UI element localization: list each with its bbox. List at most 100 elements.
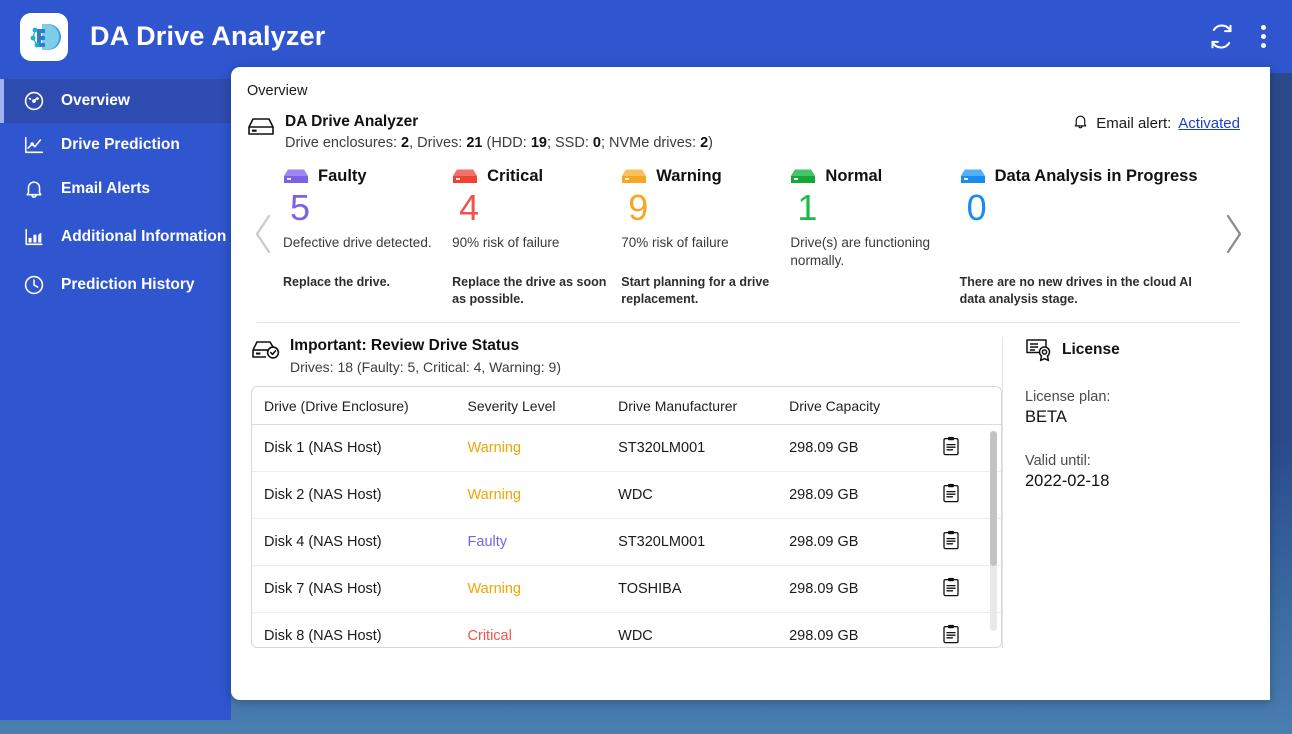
breadcrumb: Overview [247,83,308,99]
app-title: DA Drive Analyzer [90,21,326,51]
drive-status-table: Drive (Drive Enclosure) Severity Level D… [252,386,1001,647]
column-header-capacity[interactable]: Drive Capacity [777,386,930,425]
top-bar: DA Drive Analyzer [0,0,1292,73]
review-subtitle: Drives: 18 (Faulty: 5, Critical: 4, Warn… [290,358,562,375]
drive-status-table-wrapper: Drive (Drive Enclosure) Severity Level D… [251,385,1002,648]
status-card-faulty[interactable]: Faulty 5 Defective drive detected. Repla… [283,167,452,291]
sidebar-item-prediction-history[interactable]: Prediction History [0,263,231,307]
chevron-left-icon[interactable] [251,211,277,257]
kebab-menu-icon[interactable] [1253,21,1274,52]
status-card-data-analysis-in-progress[interactable]: Data Analysis in Progress 0 There are no… [960,167,1214,308]
review-header: Important: Review Drive Status Drives: 1… [251,337,1002,375]
status-description [960,234,1200,268]
cell-drive: Disk 8 (NAS Host) [252,612,456,647]
analyzer-subtitle: Drive enclosures: 2, Drives: 21 (HDD: 19… [285,135,713,151]
table-row[interactable]: Disk 1 (NAS Host) Warning ST320LM001 298… [252,424,1001,472]
refresh-icon[interactable] [1208,23,1235,50]
cell-drive: Disk 2 (NAS Host) [252,471,456,519]
clipboard-icon[interactable] [942,530,960,554]
sidebar: Overview Drive Prediction Email Alerts A… [0,73,231,720]
cell-manufacturer: TOSHIBA [606,565,778,613]
status-action: Replace the drive. [283,275,390,290]
cell-drive: Disk 1 (NAS Host) [252,424,456,472]
chevron-right-icon[interactable] [1220,211,1246,257]
review-title: Important: Review Drive Status [290,336,520,354]
sidebar-item-email-alerts[interactable]: Email Alerts [0,167,231,211]
cell-drive: Disk 4 (NAS Host) [252,518,456,566]
status-card-normal[interactable]: Normal 1 Drive(s) are functioning normal… [790,167,959,275]
drive-check-icon [251,338,281,362]
sidebar-item-label: Overview [61,91,130,109]
status-description: 90% risk of failure [452,235,560,251]
top-bar-actions [1208,21,1274,52]
clock-icon [22,273,46,297]
cell-manufacturer: ST320LM001 [606,424,778,472]
column-header-severity[interactable]: Severity Level [455,386,607,425]
table-header-row: Drive (Drive Enclosure) Severity Level D… [252,386,1001,425]
cell-capacity: 298.09 GB [777,565,930,613]
column-header-drive[interactable]: Drive (Drive Enclosure) [252,386,456,425]
sidebar-item-label: Email Alerts [61,179,151,197]
cell-manufacturer: WDC [606,612,778,647]
bottom-section: Important: Review Drive Status Drives: 1… [247,336,1250,648]
clipboard-icon[interactable] [942,624,960,647]
clipboard-icon[interactable] [942,577,960,601]
cell-severity: Warning [455,565,607,613]
sidebar-item-drive-prediction[interactable]: Drive Prediction [0,123,231,167]
bar-chart-icon [22,225,46,249]
email-alert-link[interactable]: Activated [1178,115,1240,132]
cell-capacity: 298.09 GB [777,424,930,472]
bell-icon [1072,113,1089,134]
status-name: Data Analysis in Progress [994,167,1198,185]
table-row[interactable]: Disk 7 (NAS Host) Warning TOSHIBA 298.09… [252,565,1001,613]
status-card-critical[interactable]: Critical 4 90% risk of failure Replace t… [452,167,621,308]
drive-badge-icon [960,168,986,185]
status-description: Defective drive detected. [283,235,432,251]
gauge-icon [22,89,46,113]
status-action: There are no new drives in the cloud AI … [959,275,1192,307]
status-count: 4 [459,187,480,228]
line-chart-icon [22,133,46,157]
table-scrollbar-thumb[interactable] [990,430,997,566]
license-valid-label: Valid until: [1025,452,1091,469]
cell-capacity: 298.09 GB [777,471,930,519]
status-count: 1 [797,187,818,228]
email-alert-status: Email alert: Activated [1072,113,1250,134]
table-body: Disk 1 (NAS Host) Warning ST320LM001 298… [252,424,1001,647]
license-plan-block: License plan: BETA [1025,389,1250,427]
cell-capacity: 298.09 GB [777,518,930,566]
drive-badge-icon [283,168,309,185]
table-row[interactable]: Disk 8 (NAS Host) Critical WDC 298.09 GB [252,612,1001,647]
bell-icon [22,177,46,201]
clipboard-icon[interactable] [942,436,960,460]
license-plan-label: License plan: [1025,388,1111,405]
cell-severity: Faulty [455,518,607,566]
sidebar-item-additional-information[interactable]: Additional Information [0,211,231,263]
analyzer-header: DA Drive Analyzer Drive enclosures: 2, D… [247,113,1250,151]
license-header: License [1025,337,1250,363]
content-card: Overview DA Drive Analyzer Drive enclosu… [231,67,1270,700]
status-card-warning[interactable]: Warning 9 70% risk of failure Start plan… [621,167,790,308]
table-scrollbar[interactable] [990,430,997,631]
status-name: Normal [825,167,883,185]
drive-badge-icon [790,168,816,185]
column-header-manufacturer[interactable]: Drive Manufacturer [606,386,778,425]
app-window: DA Drive Analyzer Overview Drive Predict… [0,0,1292,720]
column-header-actions [929,386,1001,425]
license-valid-block: Valid until: 2022-02-18 [1025,453,1250,491]
status-name: Warning [656,167,722,185]
email-alert-label: Email alert: [1096,115,1172,132]
cell-severity: Critical [455,612,607,647]
table-row[interactable]: Disk 4 (NAS Host) Faulty ST320LM001 298.… [252,518,1001,566]
da-logo-icon [20,12,68,61]
status-description: 70% risk of failure [621,235,729,251]
license-plan-value: BETA [1025,407,1067,426]
license-panel: License License plan: BETA Valid until: … [1002,336,1250,648]
sidebar-item-overview[interactable]: Overview [0,79,231,123]
status-count: 9 [628,187,649,228]
cell-drive: Disk 7 (NAS Host) [252,565,456,613]
table-row[interactable]: Disk 2 (NAS Host) Warning WDC 298.09 GB [252,471,1001,519]
sidebar-item-label: Prediction History [61,275,195,293]
clipboard-icon[interactable] [942,483,960,507]
status-carousel: Faulty 5 Defective drive detected. Repla… [247,167,1250,308]
